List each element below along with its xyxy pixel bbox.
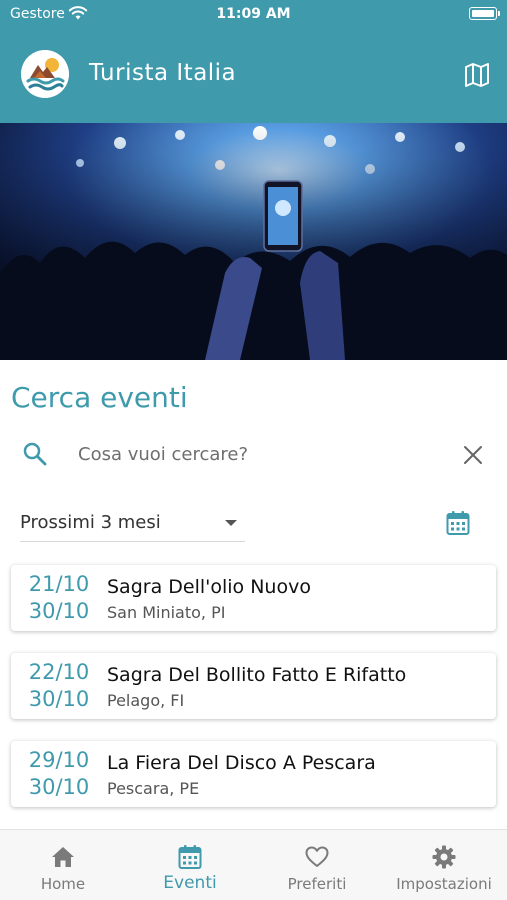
event-dates: 29/10 30/10 (11, 747, 107, 801)
event-start-date: 22/10 (28, 660, 90, 684)
event-dates: 21/10 30/10 (11, 571, 107, 625)
tab-label: Eventi (163, 873, 217, 893)
bottom-tab-bar: Home Eventi Preferiti Impostazioni (0, 829, 507, 900)
map-icon[interactable] (464, 62, 490, 88)
search-icon[interactable] (22, 441, 48, 467)
tab-label: Preferiti (287, 875, 347, 893)
event-start-date: 29/10 (28, 748, 90, 772)
event-place: Pescara, PE (107, 779, 200, 798)
period-dropdown[interactable]: Prossimi 3 mesi (20, 504, 245, 542)
event-card[interactable]: 29/10 30/10 La Fiera Del Disco A Pescara… (11, 741, 496, 807)
tab-home[interactable]: Home (0, 830, 126, 900)
event-start-date: 21/10 (28, 572, 90, 596)
heart-icon (305, 846, 329, 867)
hero-image (0, 123, 507, 360)
tab-impostazioni[interactable]: Impostazioni (381, 830, 507, 900)
calendar-icon (178, 845, 202, 869)
app-header: Gestore 11:09 AM Turista Italia (0, 0, 507, 123)
chevron-down-icon (225, 520, 237, 526)
battery-icon (469, 7, 500, 20)
gear-icon (432, 845, 456, 869)
home-icon (52, 847, 74, 867)
search-section-title: Cerca eventi (11, 381, 188, 414)
event-name: Sagra Dell'olio Nuovo (107, 576, 311, 598)
tab-preferiti[interactable]: Preferiti (254, 830, 380, 900)
app-title: Turista Italia (89, 60, 237, 86)
event-name: La Fiera Del Disco A Pescara (107, 752, 376, 774)
search-input[interactable] (78, 438, 438, 470)
event-end-date: 30/10 (28, 687, 90, 711)
calendar-icon[interactable] (446, 510, 470, 536)
tab-eventi[interactable]: Eventi (127, 830, 253, 900)
event-dates: 22/10 30/10 (11, 659, 107, 713)
event-card[interactable]: 22/10 30/10 Sagra Del Bollito Fatto E Ri… (11, 653, 496, 719)
event-end-date: 30/10 (28, 775, 90, 799)
close-icon[interactable] (461, 443, 485, 467)
app-logo[interactable] (21, 50, 69, 98)
event-card[interactable]: 21/10 30/10 Sagra Dell'olio Nuovo San Mi… (11, 565, 496, 631)
event-place: San Miniato, PI (107, 603, 226, 622)
event-name: Sagra Del Bollito Fatto E Rifatto (107, 664, 407, 686)
status-time: 11:09 AM (216, 6, 291, 22)
status-bar: Gestore 11:09 AM (0, 0, 507, 30)
event-place: Pelago, FI (107, 691, 185, 710)
event-end-date: 30/10 (28, 599, 90, 623)
period-dropdown-value: Prossimi 3 mesi (20, 512, 161, 533)
tab-label: Home (40, 875, 86, 893)
tab-label: Impostazioni (396, 875, 492, 893)
